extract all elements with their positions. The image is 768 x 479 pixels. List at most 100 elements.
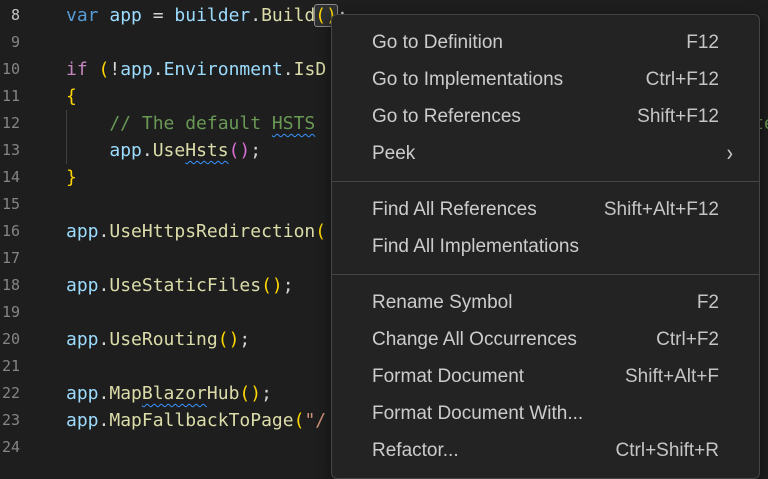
token: Map	[109, 383, 142, 404]
token: Use	[153, 140, 186, 161]
line-number[interactable]: 11	[0, 83, 20, 110]
menu-item-find-all-references[interactable]: Find All References Shift+Alt+F12	[332, 191, 759, 228]
code-text: }	[66, 164, 77, 191]
token: ;	[283, 275, 294, 296]
line-number[interactable]: 20	[0, 326, 20, 353]
code-text: app.UseRouting();	[66, 326, 250, 353]
menu-item-label: Format Document With...	[372, 403, 583, 425]
menu-item-peek[interactable]: Peek›	[332, 135, 759, 172]
line-number[interactable]: 23	[0, 407, 20, 434]
menu-item-change-all-occurrences[interactable]: Change All Occurrences Ctrl+F2	[332, 321, 759, 358]
token: ()	[239, 383, 261, 404]
token: app	[66, 329, 99, 350]
line-number[interactable]: 12	[0, 110, 20, 137]
line-number[interactable]: 16	[0, 218, 20, 245]
token: ()	[218, 329, 240, 350]
line-number[interactable]: 8	[0, 2, 20, 29]
token: // The default	[66, 113, 272, 134]
token: app	[66, 221, 99, 242]
token: ;	[239, 329, 250, 350]
menu-item-shortcut: Ctrl+F2	[656, 329, 719, 351]
token: app	[120, 59, 153, 80]
menu-item-shortcut: F12	[686, 32, 719, 54]
token: Hub	[207, 383, 240, 404]
menu-item-shortcut: Ctrl+F12	[646, 69, 719, 91]
menu-item-label: Rename Symbol	[372, 292, 512, 314]
menu-item-rename-symbol[interactable]: Rename Symbol F2	[332, 284, 759, 321]
token: !	[109, 59, 120, 80]
menu-separator	[332, 181, 759, 182]
token: (	[99, 59, 110, 80]
code-text: if (!app.Environment.IsD	[66, 56, 326, 83]
token: MapFallbackToPage	[109, 410, 293, 431]
token: builder	[174, 5, 250, 26]
menu-item-label: Find All References	[372, 199, 537, 221]
line-number[interactable]: 21	[0, 353, 20, 380]
menu-item-format-document[interactable]: Format Document Shift+Alt+F	[332, 358, 759, 395]
line-number[interactable]: 22	[0, 380, 20, 407]
code-text: app.UseStaticFiles();	[66, 272, 294, 299]
token: app	[66, 275, 99, 296]
menu-item-label: Go to Definition	[372, 32, 503, 54]
token: "/	[304, 410, 326, 431]
token	[99, 5, 110, 26]
menu-item-shortcut: Ctrl+Shift+R	[616, 440, 719, 462]
menu-item-go-to-references[interactable]: Go to References Shift+F12	[332, 98, 759, 135]
token: ;	[250, 140, 261, 161]
menu-item-go-to-implementations[interactable]: Go to Implementations Ctrl+F12	[332, 61, 759, 98]
token: =	[142, 5, 175, 26]
line-number[interactable]: 15	[0, 191, 20, 218]
menu-item-label: Find All Implementations	[372, 236, 579, 258]
menu-item-shortcut: F2	[697, 292, 719, 314]
menu-item-label: Format Document	[372, 366, 524, 388]
token: .	[99, 329, 110, 350]
code-text: app.UseHsts();	[66, 137, 261, 164]
token	[66, 140, 109, 161]
token: (	[315, 221, 326, 242]
context-menu: Go to Definition F12 Go to Implementations…	[331, 14, 760, 479]
code-text: app.MapBlazorHub();	[66, 380, 272, 407]
token: .	[99, 221, 110, 242]
menu-item-go-to-definition[interactable]: Go to Definition F12	[332, 24, 759, 61]
token: .	[142, 140, 153, 161]
line-number[interactable]: 19	[0, 299, 20, 326]
token: app	[66, 383, 99, 404]
squiggle-token: HSTS	[272, 113, 315, 134]
menu-item-find-all-implementations[interactable]: Find All Implementations	[332, 228, 759, 265]
menu-item-label: Go to Implementations	[372, 69, 563, 91]
token: var	[66, 5, 99, 26]
menu-item-refactor[interactable]: Refactor...Ctrl+Shift+R	[332, 432, 759, 469]
token: }	[66, 167, 77, 188]
token: UseHttpsRedirection	[109, 221, 315, 242]
line-number[interactable]: 18	[0, 272, 20, 299]
token: {	[66, 86, 77, 107]
token: ;	[261, 383, 272, 404]
menu-item-shortcut: Shift+Alt+F12	[604, 199, 719, 221]
menu-item-label: Change All Occurrences	[372, 329, 577, 351]
token: if	[66, 59, 88, 80]
token: UseStaticFiles	[109, 275, 261, 296]
code-text: app.UseHttpsRedirection(	[66, 218, 326, 245]
token: .	[283, 59, 294, 80]
code-text: // The default HSTS	[66, 110, 315, 137]
token: app	[109, 140, 142, 161]
token: .	[99, 383, 110, 404]
line-number[interactable]: 13	[0, 137, 20, 164]
code-text: var app = builder.Build();	[66, 2, 348, 29]
line-number[interactable]: 24	[0, 434, 20, 461]
token: Build	[261, 5, 315, 26]
token: IsD	[294, 59, 327, 80]
token: .	[250, 5, 261, 26]
menu-item-shortcut: Shift+Alt+F	[625, 366, 719, 388]
menu-item-label: Go to References	[372, 106, 521, 128]
line-number[interactable]: 10	[0, 56, 20, 83]
menu-item-format-document-with[interactable]: Format Document With...	[332, 395, 759, 432]
token: UseRouting	[109, 329, 217, 350]
line-number[interactable]: 14	[0, 164, 20, 191]
line-number[interactable]: 9	[0, 29, 20, 56]
menu-item-shortcut: Shift+F12	[637, 106, 719, 128]
code-text: {	[66, 83, 77, 110]
token: (	[294, 410, 305, 431]
squiggle-token: Blazor	[142, 383, 207, 404]
line-number[interactable]: 17	[0, 245, 20, 272]
